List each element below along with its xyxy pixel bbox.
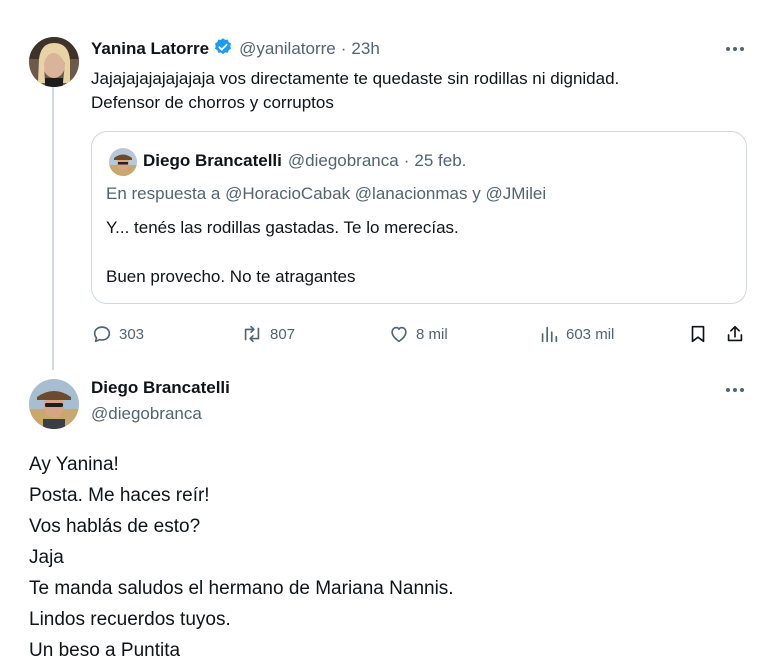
quoted-author-name: Diego Brancatelli bbox=[143, 151, 282, 170]
reply-count: 303 bbox=[119, 325, 145, 343]
tweet-author-name[interactable]: Yanina Latorre bbox=[91, 39, 209, 59]
reply-context-prefix: En respuesta a bbox=[106, 184, 221, 203]
retweet-count: 807 bbox=[270, 325, 296, 343]
reply-handle[interactable]: @diegobranca bbox=[91, 404, 202, 424]
avatar-diego-small bbox=[109, 148, 137, 176]
like-icon bbox=[391, 326, 407, 343]
reply-context: En respuesta a @HoracioCabak @lanacionma… bbox=[106, 184, 546, 204]
share-button[interactable] bbox=[724, 323, 746, 345]
more-icon[interactable] bbox=[720, 380, 750, 400]
share-icon bbox=[727, 325, 743, 342]
quoted-text-line: Y... tenés las rodillas gastadas. Te lo … bbox=[106, 218, 459, 237]
tweet-text-line: Defensor de chorros y corruptos bbox=[91, 93, 334, 112]
reply-text-line: Ay Yanina! bbox=[29, 454, 119, 475]
avatar-diego[interactable] bbox=[29, 379, 79, 429]
thread-connector-line bbox=[52, 86, 54, 370]
views-button[interactable]: 603 mil bbox=[538, 323, 614, 345]
reply-button[interactable]: 303 bbox=[91, 323, 144, 345]
tweet-text-line: Jajajajajajajajaja vos directamente te q… bbox=[91, 69, 620, 88]
tweet-time[interactable]: 23h bbox=[351, 39, 379, 59]
quoted-handle: @diegobranca bbox=[287, 151, 399, 170]
reply-text-line: Un beso a Puntita bbox=[29, 640, 181, 661]
bookmark-button[interactable] bbox=[687, 323, 709, 345]
quoted-tweet-card[interactable]: Diego Brancatelli @diegobranca · 25 feb.… bbox=[91, 131, 747, 304]
quoted-date: 25 feb. bbox=[414, 151, 467, 170]
reply-text-line: Lindos recuerdos tuyos. bbox=[29, 609, 231, 630]
tweet-text: Jajajajajajajajaja vos directamente te q… bbox=[91, 67, 751, 115]
retweet-icon bbox=[244, 325, 260, 343]
quoted-text-line: Buen provecho. No te atragantes bbox=[106, 267, 356, 286]
meta-separator: · bbox=[403, 151, 410, 170]
reply-text-line: Te manda saludos el hermano de Mariana N… bbox=[29, 578, 454, 599]
more-icon[interactable] bbox=[720, 39, 750, 59]
views-count: 603 mil bbox=[566, 325, 615, 343]
like-button[interactable]: 8 mil bbox=[388, 323, 448, 345]
avatar-yanina[interactable] bbox=[29, 37, 79, 87]
reply-author-name[interactable]: Diego Brancatelli bbox=[91, 378, 230, 398]
reply-icon bbox=[93, 326, 111, 343]
reply-text-line: Posta. Me haces reír! bbox=[29, 485, 210, 506]
like-count: 8 mil bbox=[416, 325, 448, 343]
verified-badge-icon bbox=[213, 37, 233, 62]
reply-text: Ay Yanina! Posta. Me haces reír! Vos hab… bbox=[29, 449, 749, 666]
views-icon bbox=[541, 326, 558, 343]
retweet-button[interactable]: 807 bbox=[240, 323, 295, 345]
reply-text-line: Jaja bbox=[29, 547, 64, 568]
tweet-handle[interactable]: @yanilatorre bbox=[239, 39, 336, 59]
meta-separator: · bbox=[340, 39, 347, 58]
reply-context-mentions[interactable]: @HoracioCabak @lanacionmas y @JMilei bbox=[225, 184, 546, 203]
bookmark-icon bbox=[691, 325, 705, 343]
reply-text-line: Vos hablás de esto? bbox=[29, 516, 201, 537]
